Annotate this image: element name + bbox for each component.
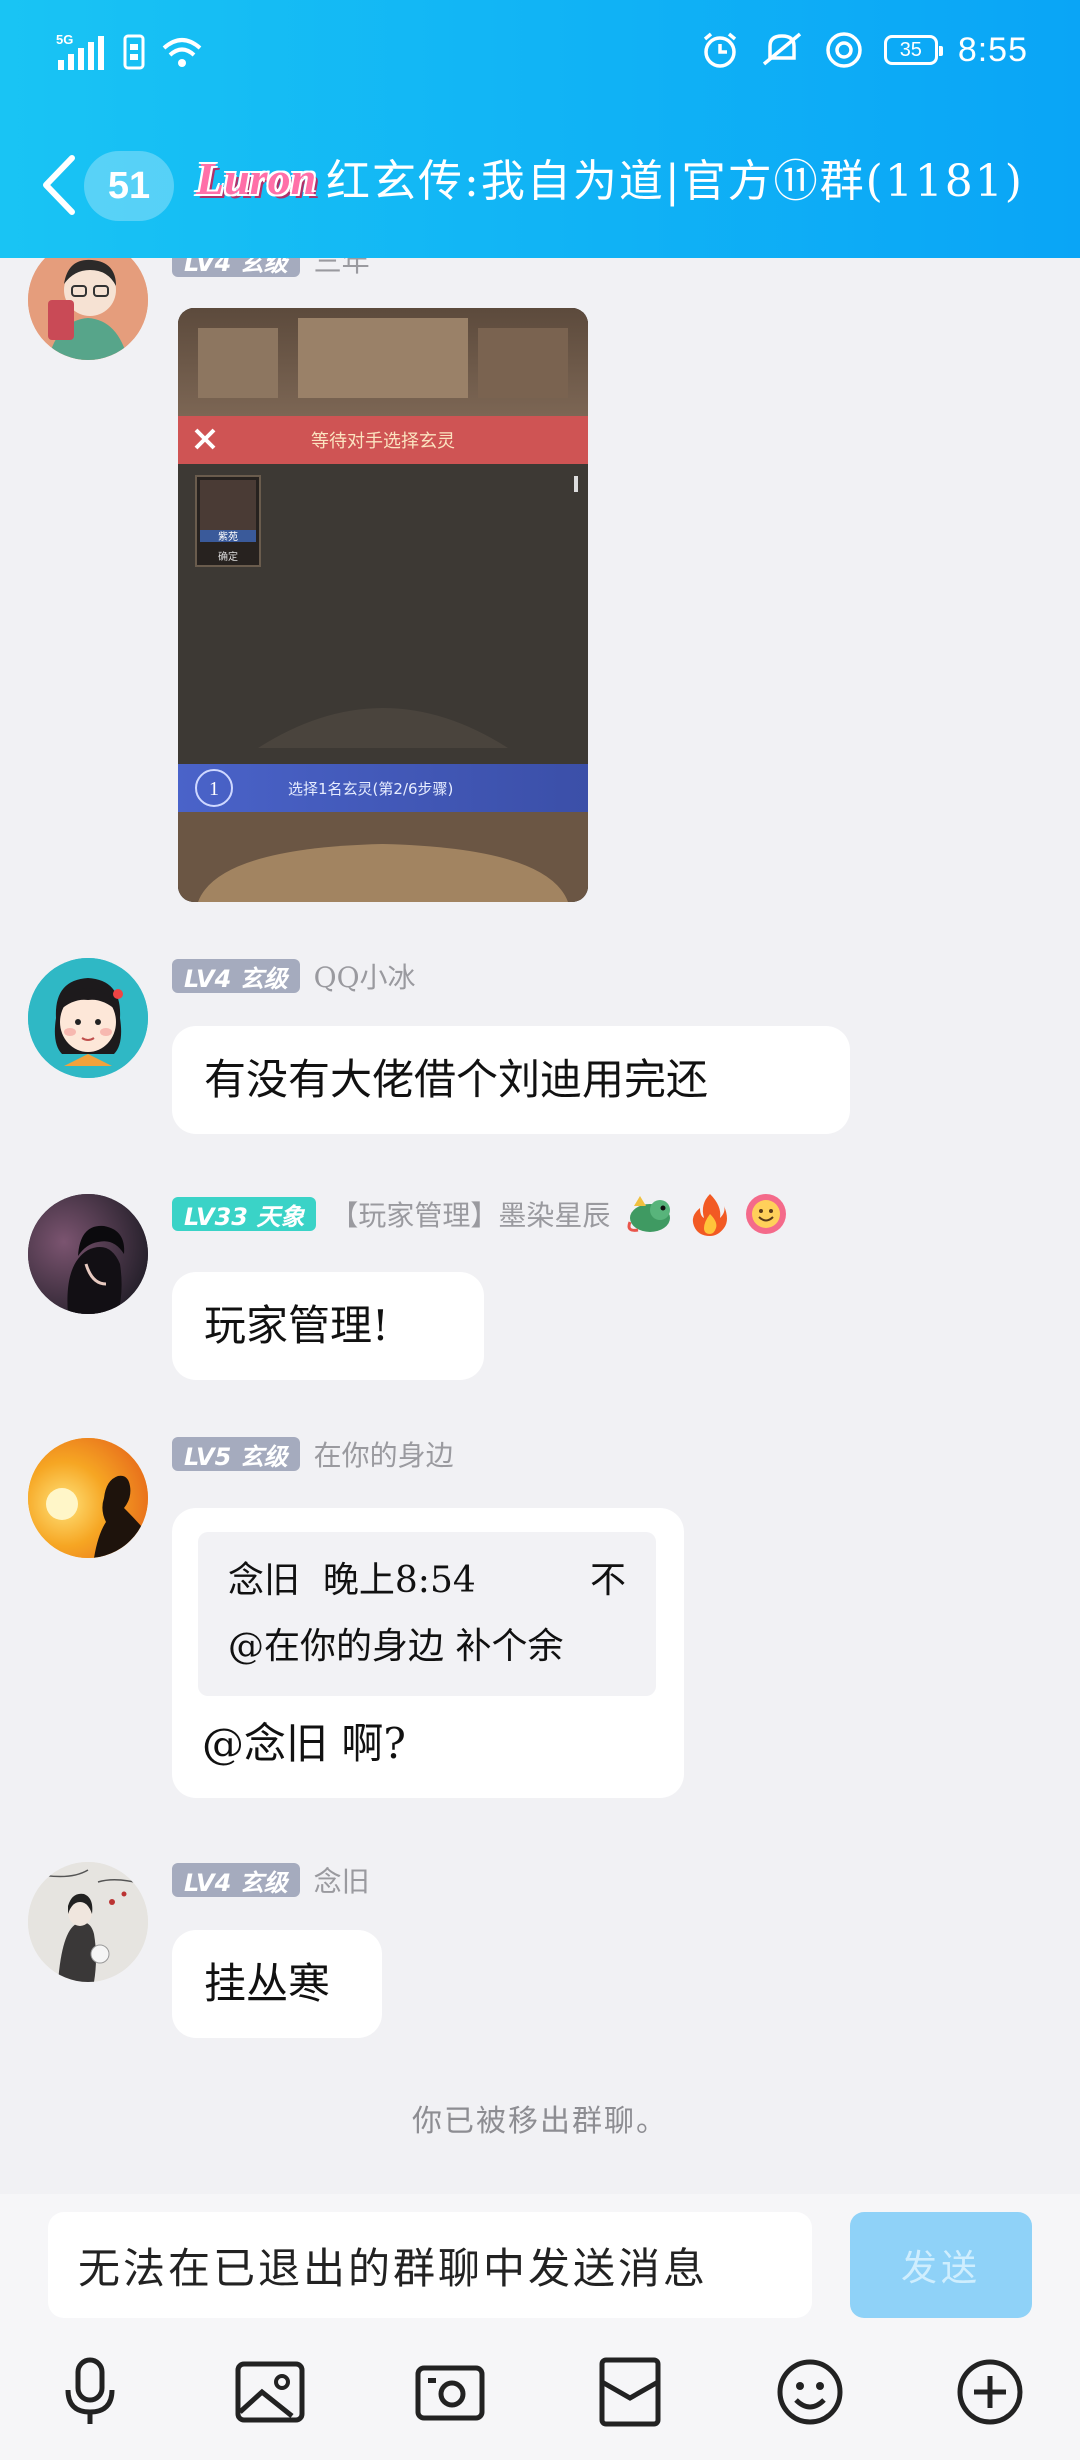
microphone-icon[interactable] <box>52 2354 128 2430</box>
message-bubble[interactable]: 挂丛寒 <box>172 1930 382 2038</box>
screenshot-step-number: 1 <box>209 778 219 800</box>
plus-icon[interactable] <box>952 2354 1028 2430</box>
message-meta: LV5 玄级 在你的身边 <box>172 1436 454 1472</box>
quote-author: 念旧 <box>228 1560 301 1601</box>
avatar[interactable] <box>28 1194 148 1314</box>
game-screenshot[interactable]: 等待对手选择玄灵 紫苑 确定 1 选择1名玄灵(第2/6步骤) <box>178 308 588 902</box>
level-badge: LV4 玄级 <box>172 258 300 277</box>
level-badge: LV4 玄级 <box>172 959 300 993</box>
message-input[interactable]: 无法在已退出的群聊中发送消息 <box>48 2212 812 2318</box>
quote-header: 念旧 晚上8:54 <box>228 1548 476 1614</box>
message-bubble[interactable]: 玩家管理! <box>172 1272 484 1380</box>
clock: 8:55 <box>957 30 1028 69</box>
unread-count-badge[interactable]: 51 <box>84 151 174 221</box>
input-area: 无法在已退出的群聊中发送消息 发送 <box>0 2194 1080 2460</box>
level-badge: LV5 玄级 <box>172 1437 300 1471</box>
avatar[interactable] <box>28 958 148 1078</box>
nickname[interactable]: 三年 <box>314 258 370 280</box>
screenshot-footer-text: 选择1名玄灵(第2/6步骤) <box>288 780 453 798</box>
fire-badge-icon <box>693 1194 728 1236</box>
quote-text: 不 <box>589 1560 626 1601</box>
battery-level: 35 <box>899 38 922 61</box>
nickname[interactable]: QQ小冰 <box>314 956 416 996</box>
screenshot-card-label-1: 紫苑 <box>218 530 238 543</box>
wifi-icon <box>162 38 202 67</box>
sim-icon <box>123 34 145 70</box>
status-bar: 5G 35 8:55 <box>0 0 1080 110</box>
quote-time: 晚上8:54 <box>322 1560 476 1601</box>
chat-list[interactable]: LV4 玄级 三年 等待对手选择玄灵 紫苑 确定 1 选择1名玄灵(第2/6步骤… <box>0 258 1080 2194</box>
title-bar: 51 Luron 红玄传:我自为道|官方⑪群(1181) <box>0 140 1080 232</box>
red-packet-icon[interactable] <box>592 2354 668 2430</box>
dragon-badge-icon <box>627 1196 671 1232</box>
reply-text: @念旧 啊? <box>202 1719 406 1768</box>
system-notice: 你已被移出群聊。 <box>412 2104 668 2139</box>
mute-icon <box>762 32 801 66</box>
reply-bubble[interactable]: 念旧 晚上8:54 不 @在你的身边 补个余 @念旧 啊? <box>172 1508 684 1798</box>
level-badge: LV4 玄级 <box>172 1863 300 1897</box>
message-meta: LV4 玄级 QQ小冰 <box>172 958 416 994</box>
group-title[interactable]: 红玄传:我自为道|官方⑪群(1181) <box>326 152 1024 212</box>
avatar[interactable] <box>28 258 148 360</box>
smile-badge-icon <box>746 1194 787 1234</box>
avatar[interactable] <box>28 1438 148 1558</box>
photo-icon[interactable] <box>232 2354 308 2430</box>
battery-icon: 35 <box>883 35 943 65</box>
network-label: 5G <box>56 32 73 47</box>
header: 5G 35 8:55 51 Luron 红玄传:我自为道|官方⑪群(1181) <box>0 0 1080 258</box>
screenshot-card-label-2: 确定 <box>218 550 238 563</box>
quote-reply-text: @在你的身边 补个余 <box>228 1626 564 1667</box>
message-meta: LV4 玄级 念旧 <box>172 1862 370 1898</box>
nickname[interactable]: 念旧 <box>314 1860 370 1900</box>
group-logo[interactable]: Luron <box>196 144 316 214</box>
nickname[interactable]: 【玩家管理】墨染星辰 <box>330 1194 610 1234</box>
level-badge: LV33 天象 <box>172 1197 317 1231</box>
screenshot-banner: 等待对手选择玄灵 <box>311 431 455 452</box>
signal-icon: 5G <box>56 32 104 70</box>
message-meta: LV4 玄级 三年 <box>172 258 370 278</box>
send-button[interactable]: 发送 <box>850 2212 1032 2318</box>
hotspot-icon <box>826 32 862 68</box>
quoted-message[interactable]: 念旧 晚上8:54 不 @在你的身边 补个余 <box>198 1532 656 1696</box>
alarm-icon <box>703 32 736 68</box>
nickname[interactable]: 在你的身边 <box>314 1434 454 1474</box>
emoji-icon[interactable] <box>772 2354 848 2430</box>
avatar[interactable] <box>28 1862 148 1982</box>
camera-icon[interactable] <box>412 2354 488 2430</box>
message-meta: LV33 天象 【玩家管理】墨染星辰 <box>172 1194 788 1236</box>
back-icon[interactable] <box>36 150 80 220</box>
message-bubble[interactable]: 有没有大佬借个刘迪用完还 <box>172 1026 850 1134</box>
toolbar <box>0 2354 1080 2434</box>
